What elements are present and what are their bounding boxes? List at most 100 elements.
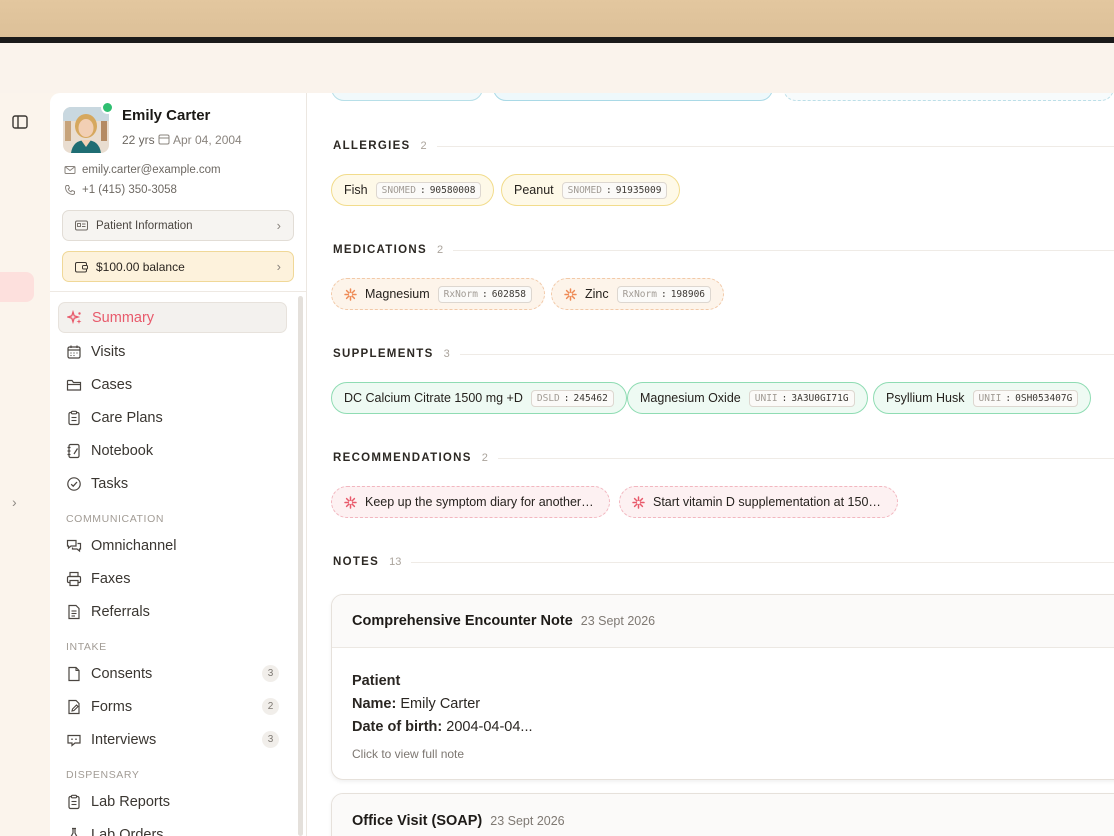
section-count: 13 xyxy=(389,556,402,568)
phone-row[interactable]: +1 (415) 350-3058 xyxy=(64,184,177,196)
chevron-right-icon: › xyxy=(276,259,281,274)
code-badge: SNOMED:90580008 xyxy=(375,181,482,199)
balance-button[interactable]: $100.00 balance › xyxy=(62,251,294,282)
code-value: 602858 xyxy=(491,288,527,300)
previous-section-chip[interactable] xyxy=(783,93,1114,101)
section-count: 2 xyxy=(420,140,427,152)
section-divider xyxy=(453,249,1114,251)
note-date: 23 Sept 2026 xyxy=(580,614,656,628)
sparkle-icon xyxy=(344,495,357,509)
supplement-chip[interactable]: DC Calcium Citrate 1500 mg +D DSLD:24546… xyxy=(331,382,627,414)
chat-icon xyxy=(66,539,82,552)
interview-chat-icon xyxy=(67,734,81,747)
nav-item-faxes[interactable]: Faxes xyxy=(58,563,287,594)
section-header-supplements: SUPPLEMENTS 3 xyxy=(333,348,1114,360)
nav-item-lab-orders[interactable]: Lab Orders xyxy=(58,819,287,836)
nav-item-notebook[interactable]: Notebook xyxy=(58,435,287,466)
nav-item-omnichannel[interactable]: Omnichannel xyxy=(58,530,287,561)
code-value: 91935009 xyxy=(615,184,662,196)
field-value: Emily Carter xyxy=(400,696,481,712)
nav-label: Lab Reports xyxy=(91,793,170,810)
medication-name: Magnesium xyxy=(365,287,430,301)
nav-item-tasks[interactable]: Tasks xyxy=(58,468,287,499)
recommendation-text: Keep up the symptom diary for another c.… xyxy=(365,495,597,509)
recommendation-text: Start vitamin D supplementation at 1500 … xyxy=(653,495,885,509)
note-heading-text: Patient xyxy=(352,673,401,689)
nav-item-summary[interactable]: Summary xyxy=(58,302,287,333)
rail-chevron-right-icon[interactable]: › xyxy=(12,494,17,510)
code-system: UNII xyxy=(754,392,778,404)
id-card-icon xyxy=(75,220,88,231)
rail-active-indicator[interactable] xyxy=(0,272,34,302)
code-value: 3A3U0GI71G xyxy=(791,392,849,404)
nav-label: Referrals xyxy=(91,603,150,620)
previous-section-chip[interactable] xyxy=(331,93,483,101)
section-title: SUPPLEMENTS xyxy=(333,348,434,360)
header-strip xyxy=(0,43,1114,93)
section-divider xyxy=(459,353,1114,355)
nav-item-care-plans[interactable]: Care Plans xyxy=(58,402,287,433)
view-full-note-hint[interactable]: Click to view full note xyxy=(352,743,1110,766)
section-title: ALLERGIES xyxy=(333,140,411,152)
recommendation-chip[interactable]: Start vitamin D supplementation at 1500 … xyxy=(619,486,898,518)
medication-chip[interactable]: Zinc RxNorm:198906 xyxy=(551,278,725,310)
nav-label: Notebook xyxy=(91,442,154,459)
allergy-name: Fish xyxy=(344,183,368,197)
nav-item-visits[interactable]: Visits xyxy=(58,336,287,367)
recommendation-chip[interactable]: Keep up the symptom diary for another c.… xyxy=(331,486,610,518)
code-system: SNOMED xyxy=(381,184,416,196)
avatar xyxy=(63,107,109,153)
note-heading: Patient xyxy=(352,670,1110,693)
folder-icon xyxy=(66,379,82,391)
nav-item-lab-reports[interactable]: Lab Reports xyxy=(58,786,287,817)
note-title: Office Visit (SOAP) xyxy=(352,812,483,829)
patient-information-button[interactable]: Patient Information › xyxy=(62,210,294,241)
nav-item-forms[interactable]: Forms 2 xyxy=(58,691,287,722)
supplement-chip[interactable]: Psyllium Husk UNII:0SH053407G xyxy=(873,382,1092,414)
section-title: MEDICATIONS xyxy=(333,244,427,256)
code-value: 0SH053407G xyxy=(1015,392,1073,404)
sidebar-divider xyxy=(50,291,306,292)
note-title: Comprehensive Encounter Note xyxy=(352,613,573,629)
section-header-notes: NOTES 13 xyxy=(333,556,1114,568)
email-row[interactable]: emily.carter@example.com xyxy=(64,164,221,176)
document-icon xyxy=(68,604,80,619)
code-value: 90580008 xyxy=(429,184,476,196)
chevron-right-icon: › xyxy=(276,218,281,233)
nav-count-badge: 2 xyxy=(262,698,279,715)
nav-item-consents[interactable]: Consents 3 xyxy=(58,658,287,689)
allergy-chip[interactable]: Peanut SNOMED:91935009 xyxy=(501,174,681,206)
sidebar-toggle-icon[interactable] xyxy=(11,113,29,131)
nav-item-referrals[interactable]: Referrals xyxy=(58,596,287,627)
nav-item-interviews[interactable]: Interviews 3 xyxy=(58,724,287,755)
nav-label: Lab Orders xyxy=(91,826,164,836)
supplement-chip[interactable]: Magnesium Oxide UNII:3A3U0GI71G xyxy=(627,382,868,414)
nav-label: Care Plans xyxy=(91,409,163,426)
nav-label: Faxes xyxy=(91,570,131,587)
summary-panel: ALLERGIES 2 Fish SNOMED:90580008 Peanut … xyxy=(307,93,1114,836)
lab-report-icon xyxy=(68,794,80,809)
code-system: RxNorm xyxy=(622,288,657,300)
code-badge: DSLD:245462 xyxy=(530,389,614,407)
sidebar-scrollbar[interactable] xyxy=(298,296,303,836)
nav-item-cases[interactable]: Cases xyxy=(58,369,287,400)
medication-chip[interactable]: Magnesium RxNorm:602858 xyxy=(331,278,546,310)
note-card[interactable]: Office Visit (SOAP) 23 Sept 2026 xyxy=(331,793,1114,836)
code-badge: RxNorm:602858 xyxy=(437,285,533,303)
code-badge: UNII:3A3U0GI71G xyxy=(748,389,855,407)
patient-dob: Apr 04, 2004 xyxy=(173,133,242,147)
section-divider xyxy=(411,561,1114,563)
code-value: 198906 xyxy=(670,288,706,300)
allergy-chip[interactable]: Fish SNOMED:90580008 xyxy=(331,174,495,206)
previous-section-chip[interactable] xyxy=(493,93,773,101)
pill-sparkle-icon xyxy=(344,287,357,301)
note-name-line: Name: Emily Carter xyxy=(352,693,1110,716)
field-label: Name: xyxy=(352,696,397,712)
code-system: DSLD xyxy=(536,392,560,404)
note-header: Comprehensive Encounter Note 23 Sept 202… xyxy=(332,595,1114,648)
sparkle-icon xyxy=(632,495,645,509)
section-count: 2 xyxy=(481,452,488,464)
clipboard-icon xyxy=(68,410,80,425)
nav-label: Cases xyxy=(91,376,133,393)
note-card[interactable]: Comprehensive Encounter Note 23 Sept 202… xyxy=(331,594,1114,780)
